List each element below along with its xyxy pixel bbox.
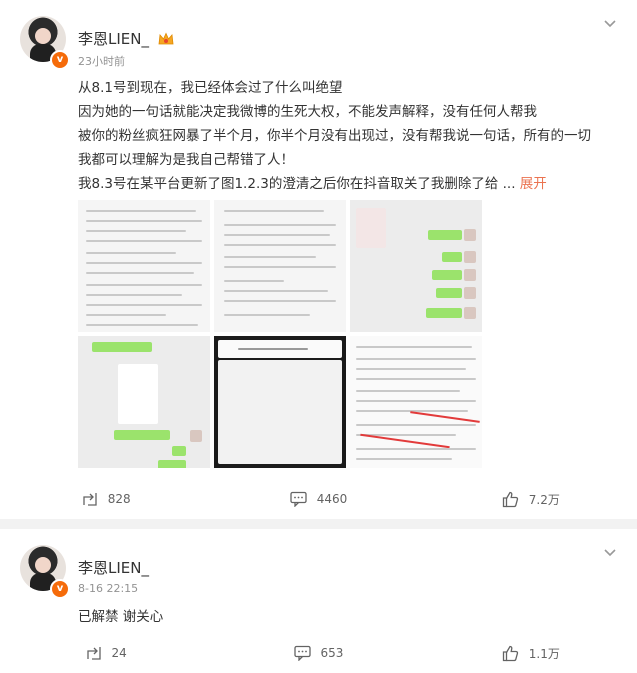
post-body: 从8.1号到现在，我已经体会过了什么叫绝望 因为她的一句话就能决定我微博的生死大… [78,76,623,196]
post-line-last: 我8.3号在某平台更新了图1.2.3的澄清之后你在抖音取关了我删除了给 ... … [78,172,623,196]
repost-icon [86,647,101,660]
like-button[interactable]: 7.2万 [425,479,637,519]
post-card-1: v 李恩LIEN_ 23小时前 从8.1号到现在，我已经体会过了什么叫绝望 因为… [0,0,637,519]
author-name[interactable]: 李恩LIEN_ [78,557,149,578]
action-bar: 828 4460 7.2万 [0,479,637,519]
like-button[interactable]: 1.1万 [425,633,637,673]
like-icon [502,645,518,661]
post-time[interactable]: 23小时前 [78,53,125,69]
expand-link[interactable]: 展开 [520,176,547,192]
repost-icon [83,493,97,506]
comment-button[interactable]: 4460 [212,479,424,519]
chevron-down-icon[interactable] [603,545,617,559]
post-line: 我都可以理解为是我自己帮错了人！ [78,152,294,168]
comment-icon [290,491,307,507]
verified-badge-icon: v [50,50,70,70]
image-grid [78,200,482,468]
comment-count: 4460 [316,492,348,506]
verified-badge-icon: v [50,579,70,599]
chevron-down-icon[interactable] [603,16,617,30]
like-icon [502,491,518,507]
comment-button[interactable]: 653 [212,633,424,673]
post-line: 从8.1号到现在，我已经体会过了什么叫绝望 [78,80,343,96]
comment-icon [293,645,311,661]
post-image-4[interactable] [78,336,210,468]
post-line: 被你的粉丝疯狂网暴了半个月，你半个月没有出现过，没有帮我说一句话，所有的一切 [78,128,591,144]
post-line: 因为她的一句话就能决定我微博的生死大权，不能发声解释，没有任何人帮我 [78,104,537,120]
post-line: 已解禁 谢关心 [78,609,164,625]
action-bar: 24 653 1.1万 [0,633,637,673]
like-count: 7.2万 [528,492,560,507]
author-name[interactable]: 李恩LIEN_ [78,28,174,49]
comment-count: 653 [320,646,344,660]
post-card-2: v 李恩LIEN_ 8-16 22:15 已解禁 谢关心 24 653 1.1万 [0,529,637,673]
post-body: 已解禁 谢关心 [78,605,623,629]
post-image-2[interactable] [214,200,346,332]
author-name-text[interactable]: 李恩LIEN_ [78,559,149,577]
post-image-5[interactable] [214,336,346,468]
author-name-text[interactable]: 李恩LIEN_ [78,30,149,48]
post-image-6[interactable] [350,336,482,468]
repost-button[interactable]: 24 [0,633,212,673]
post-line: 我8.3号在某平台更新了图1.2.3的澄清之后你在抖音取关了我删除了给 ... [78,176,516,192]
post-time[interactable]: 8-16 22:15 [78,582,138,595]
repost-count: 828 [107,492,131,506]
repost-button[interactable]: 828 [0,479,212,519]
repost-count: 24 [111,646,127,660]
post-image-1[interactable] [78,200,210,332]
like-count: 1.1万 [528,646,560,661]
post-image-3[interactable] [350,200,482,332]
vip-crown-icon [158,32,174,45]
